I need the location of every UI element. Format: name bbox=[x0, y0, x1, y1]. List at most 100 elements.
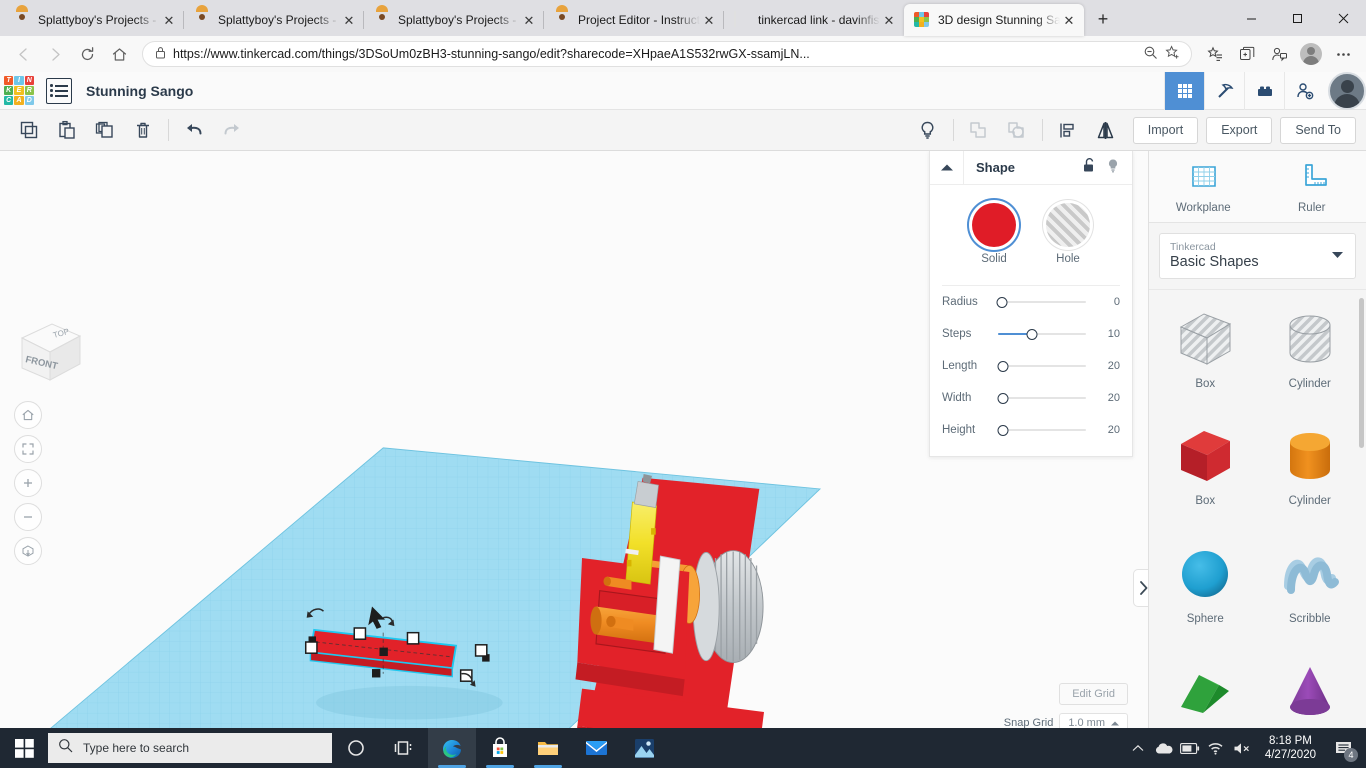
zoom-out-icon[interactable] bbox=[14, 503, 42, 531]
home-button[interactable] bbox=[104, 39, 134, 69]
hole-swatch[interactable] bbox=[1046, 203, 1090, 247]
photos-icon[interactable] bbox=[620, 728, 668, 768]
sidebar-scrollbar[interactable] bbox=[1359, 298, 1364, 448]
microsoft-store-icon[interactable] bbox=[476, 728, 524, 768]
wifi-icon[interactable] bbox=[1203, 728, 1229, 768]
task-view-icon[interactable] bbox=[380, 728, 428, 768]
file-explorer-icon[interactable] bbox=[524, 728, 572, 768]
mirror-icon[interactable] bbox=[1087, 115, 1125, 145]
project-menu-button[interactable] bbox=[46, 77, 72, 104]
tab-close-button[interactable]: ✕ bbox=[340, 11, 358, 29]
tinkercad-logo-icon[interactable]: TINKERCAD bbox=[4, 75, 34, 106]
import-button[interactable]: Import bbox=[1132, 116, 1199, 144]
add-person-icon[interactable] bbox=[1284, 71, 1324, 110]
sidebar-item-ruler[interactable]: Ruler bbox=[1258, 151, 1366, 222]
edit-grid-button[interactable]: Edit Grid bbox=[1059, 683, 1128, 705]
shape-item-sphere[interactable]: Sphere bbox=[1153, 533, 1258, 648]
shape-item-scribble[interactable]: Scribble bbox=[1258, 533, 1363, 648]
group-icon[interactable] bbox=[960, 115, 998, 145]
tab-close-button[interactable]: ✕ bbox=[1060, 11, 1078, 29]
shape-item-box[interactable]: Box bbox=[1153, 415, 1258, 530]
reload-button[interactable] bbox=[72, 39, 102, 69]
mail-icon[interactable] bbox=[572, 728, 620, 768]
redo-icon[interactable] bbox=[213, 115, 251, 145]
user-avatar[interactable] bbox=[1328, 71, 1366, 110]
copy-icon[interactable] bbox=[10, 115, 48, 145]
show-hidden-icons[interactable] bbox=[1125, 728, 1151, 768]
favorite-star-icon[interactable] bbox=[1161, 45, 1183, 63]
collections-icon[interactable] bbox=[1200, 39, 1230, 69]
battery-icon[interactable] bbox=[1177, 728, 1203, 768]
export-button[interactable]: Export bbox=[1206, 116, 1273, 144]
tab-close-button[interactable]: ✕ bbox=[880, 11, 898, 29]
grid-view-icon[interactable] bbox=[1164, 71, 1204, 110]
fit-view-icon[interactable] bbox=[14, 435, 42, 463]
trash-icon[interactable] bbox=[124, 115, 162, 145]
tab-actions-icon[interactable] bbox=[1232, 39, 1262, 69]
home-view-icon[interactable] bbox=[14, 401, 42, 429]
ungroup-icon[interactable] bbox=[998, 115, 1036, 145]
unlock-icon[interactable] bbox=[1082, 157, 1096, 178]
zoom-out-icon[interactable] bbox=[1139, 45, 1161, 63]
paste-icon[interactable] bbox=[48, 115, 86, 145]
align-icon[interactable] bbox=[1049, 115, 1087, 145]
duplicate-icon[interactable] bbox=[86, 115, 124, 145]
solid-color-swatch[interactable] bbox=[972, 203, 1016, 247]
lego-brick-icon[interactable] bbox=[1244, 71, 1284, 110]
forward-button[interactable] bbox=[40, 39, 70, 69]
lightbulb-icon[interactable] bbox=[909, 115, 947, 145]
tab-close-button[interactable]: ✕ bbox=[700, 11, 718, 29]
favicon-tile-a bbox=[919, 22, 924, 27]
settings-more-icon[interactable] bbox=[1328, 39, 1358, 69]
width-slider[interactable] bbox=[997, 389, 1094, 407]
steps-slider[interactable] bbox=[998, 325, 1094, 343]
solid-mode-option[interactable]: Solid bbox=[972, 203, 1016, 265]
profile-feedback-icon[interactable] bbox=[1264, 39, 1294, 69]
view-cube[interactable]: TOP FRONT bbox=[14, 316, 86, 388]
notifications-icon[interactable]: 4 bbox=[1326, 728, 1362, 768]
clock[interactable]: 8:18 PM 4/27/2020 bbox=[1255, 728, 1326, 768]
length-slider[interactable] bbox=[997, 357, 1094, 375]
browser-tab[interactable]: Splattyboy's Projects - ✕ bbox=[183, 4, 364, 36]
hole-mode-option[interactable]: Hole bbox=[1046, 203, 1090, 265]
tab-close-button[interactable]: ✕ bbox=[520, 11, 538, 29]
window-close-button[interactable] bbox=[1320, 0, 1366, 36]
shape-item-box-hole[interactable]: Box bbox=[1153, 298, 1258, 413]
window-minimize-button[interactable] bbox=[1228, 0, 1274, 36]
new-tab-button[interactable]: + bbox=[1088, 4, 1118, 34]
avatar[interactable] bbox=[1296, 39, 1326, 69]
browser-tab-active[interactable]: 3D design Stunning San ✕ bbox=[904, 4, 1084, 36]
address-bar[interactable]: https://www.tinkercad.com/things/3DSoUm0… bbox=[142, 41, 1192, 67]
favicon-tile-n bbox=[924, 12, 929, 17]
minecraft-pickaxe-icon[interactable] bbox=[1204, 71, 1244, 110]
window-maximize-button[interactable] bbox=[1274, 0, 1320, 36]
shape-item-cylinder[interactable]: Cylinder bbox=[1258, 415, 1363, 530]
shape-library-select[interactable]: Tinkercad Basic Shapes bbox=[1159, 233, 1356, 279]
lightbulb-icon[interactable] bbox=[1106, 158, 1120, 178]
tab-close-button[interactable]: ✕ bbox=[160, 11, 178, 29]
zoom-in-icon[interactable] bbox=[14, 469, 42, 497]
height-slider[interactable] bbox=[997, 421, 1094, 439]
volume-muted-icon[interactable] bbox=[1229, 728, 1255, 768]
browser-tab[interactable]: Splattyboy's Projects - ✕ bbox=[4, 4, 184, 36]
send-to-button[interactable]: Send To bbox=[1280, 116, 1356, 144]
browser-tab[interactable]: tinkercad link - davinfis ✕ bbox=[723, 4, 904, 36]
perspective-toggle-icon[interactable] bbox=[14, 537, 42, 565]
back-button[interactable] bbox=[8, 39, 38, 69]
browser-tab[interactable]: Project Editor - Instruct ✕ bbox=[543, 4, 724, 36]
radius-slider[interactable] bbox=[996, 293, 1094, 311]
width-label: Width bbox=[942, 392, 972, 404]
editor-workspace: Workplane bbox=[0, 151, 1366, 767]
taskbar-search-box[interactable]: Type here to search bbox=[48, 733, 332, 763]
workplane-3d[interactable]: Workplane bbox=[36, 441, 876, 767]
chevron-up-icon[interactable] bbox=[930, 151, 964, 185]
windows-start-icon[interactable] bbox=[0, 728, 48, 768]
undo-icon[interactable] bbox=[175, 115, 213, 145]
cortana-icon[interactable] bbox=[332, 728, 380, 768]
logo-tile-e: E bbox=[14, 85, 24, 96]
browser-tab[interactable]: Splattyboy's Projects - ✕ bbox=[363, 4, 544, 36]
edge-browser-icon[interactable] bbox=[428, 728, 476, 768]
onedrive-icon[interactable] bbox=[1151, 728, 1177, 768]
shape-item-cylinder-hole[interactable]: Cylinder bbox=[1258, 298, 1363, 413]
sidebar-item-workplane[interactable]: Workplane bbox=[1149, 151, 1258, 222]
